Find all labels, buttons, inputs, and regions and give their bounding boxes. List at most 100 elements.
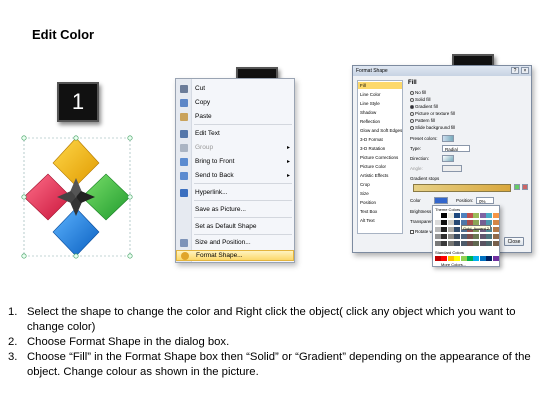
option-solid-fill[interactable]: Solid fill [410,97,431,102]
position-input[interactable]: 0% [476,197,494,204]
standard-color-swatch[interactable] [492,256,499,261]
category-3d-rotation[interactable]: 3-D Rotation [360,145,385,152]
standard-color-swatch[interactable] [454,256,461,261]
color-swatch[interactable] [460,241,467,246]
color-swatch[interactable] [486,213,493,218]
menu-item-send-to-back[interactable]: Send to Back ▸ [176,170,294,181]
color-swatch[interactable] [479,234,486,239]
color-swatch[interactable] [460,234,467,239]
color-swatch[interactable] [435,213,441,218]
color-swatch[interactable] [454,241,461,246]
color-swatch[interactable] [447,227,454,232]
preset-colors-button[interactable] [442,135,454,142]
color-swatch[interactable] [441,234,448,239]
standard-color-swatch[interactable] [435,256,441,261]
standard-color-swatch[interactable] [447,256,454,261]
color-picker-button[interactable] [434,197,448,204]
menu-item-bring-to-front[interactable]: Bring to Front ▸ [176,156,294,167]
color-swatch[interactable] [435,241,441,246]
direction-button[interactable] [442,155,454,162]
color-swatch[interactable] [435,234,441,239]
color-swatch[interactable] [492,234,499,239]
color-swatch[interactable] [467,234,473,239]
category-3d-format[interactable]: 3-D Format [360,136,383,143]
add-stop-button[interactable] [514,184,520,190]
close-button[interactable]: Close [504,237,524,246]
more-colors-link[interactable]: More Colors... [441,262,466,267]
color-swatch[interactable] [486,241,493,246]
close-icon[interactable]: × [521,67,529,74]
menu-item-edit-text[interactable]: Edit Text [176,128,294,139]
category-artistic-effects[interactable]: Artistic Effects [360,172,388,179]
color-swatch[interactable] [460,213,467,218]
standard-color-swatch[interactable] [486,256,493,261]
color-swatch[interactable] [447,234,454,239]
section-heading: Fill [408,80,417,86]
color-swatch[interactable] [441,213,448,218]
type-select[interactable]: Radial [442,145,470,152]
gradient-stops-bar[interactable] [413,184,511,192]
standard-color-swatch[interactable] [479,256,486,261]
menu-item-cut[interactable]: Cut [176,83,294,94]
color-swatch[interactable] [447,220,454,225]
color-swatch[interactable] [435,227,441,232]
category-crop[interactable]: Crop [360,181,370,188]
option-picture-fill[interactable]: Picture or texture fill [410,111,455,116]
standard-color-swatch[interactable] [467,256,473,261]
color-swatch[interactable] [435,220,441,225]
category-picture-corrections[interactable]: Picture Corrections [360,154,398,161]
category-reflection[interactable]: Reflection [360,118,380,125]
menu-item-paste[interactable]: Paste [176,111,294,122]
color-swatch[interactable] [492,241,499,246]
category-line-color[interactable]: Line Color [360,91,381,98]
color-swatch[interactable] [441,220,448,225]
color-swatch[interactable] [486,234,493,239]
category-shadow[interactable]: Shadow [360,109,376,116]
remove-stop-button[interactable] [522,184,528,190]
center-star[interactable] [57,178,95,216]
color-swatch[interactable] [479,213,486,218]
option-gradient-fill[interactable]: Gradient fill [410,104,438,109]
category-glow[interactable]: Glow and Soft Edges [360,127,402,134]
menu-item-set-default-shape[interactable]: Set as Default Shape [176,221,294,232]
standard-color-swatch[interactable] [460,256,467,261]
category-text-box[interactable]: Text Box [360,208,377,215]
category-fill[interactable]: Fill [358,82,402,89]
option-pattern-fill[interactable]: Pattern fill [410,118,435,123]
color-swatch[interactable] [473,234,480,239]
color-swatch[interactable] [454,213,461,218]
menu-item-format-shape[interactable]: Format Shape... [176,250,294,261]
selected-shape-group[interactable] [14,130,144,270]
category-alt-text[interactable]: Alt Text [360,217,375,224]
color-swatch[interactable] [447,213,454,218]
color-swatch[interactable] [454,234,461,239]
category-picture-color[interactable]: Picture Color [360,163,386,170]
help-button[interactable]: ? [511,67,519,74]
color-swatch[interactable] [479,241,486,246]
standard-color-swatch[interactable] [473,256,480,261]
menu-item-copy[interactable]: Copy [176,97,294,108]
color-swatch[interactable] [447,241,454,246]
option-slide-background-fill[interactable]: Slide background fill [410,125,455,130]
option-no-fill[interactable]: No fill [410,90,426,95]
color-swatch[interactable] [492,213,499,218]
color-swatch[interactable] [454,227,461,232]
color-swatch[interactable] [454,220,461,225]
color-swatch[interactable] [467,213,473,218]
menu-item-hyperlink[interactable]: Hyperlink... [176,187,294,198]
angle-input[interactable] [442,165,462,172]
standard-color-swatch[interactable] [441,256,448,261]
color-swatch[interactable] [492,220,499,225]
color-swatch[interactable] [441,241,448,246]
menu-item-save-as-picture[interactable]: Save as Picture... [176,204,294,215]
color-swatch[interactable] [441,227,448,232]
color-swatch[interactable] [473,213,480,218]
category-line-style[interactable]: Line Style [360,100,380,107]
category-size[interactable]: Size [360,190,369,197]
category-position[interactable]: Position [360,199,376,206]
color-swatch[interactable] [492,227,499,232]
color-swatch[interactable] [473,241,480,246]
menu-item-size-position[interactable]: Size and Position... [176,237,294,248]
color-swatch[interactable] [467,241,473,246]
menu-item-group[interactable]: Group ▸ [176,142,294,153]
